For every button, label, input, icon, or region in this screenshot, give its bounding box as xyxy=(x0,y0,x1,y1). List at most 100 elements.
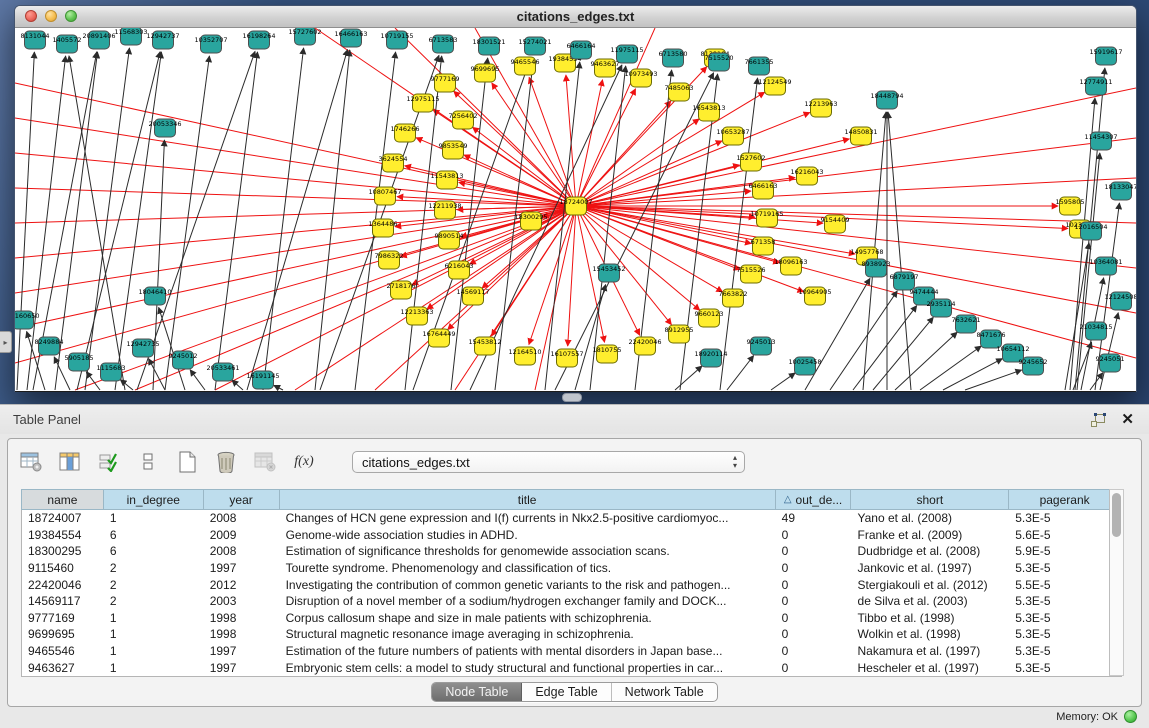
column-header-name[interactable]: name xyxy=(22,490,104,509)
table-cell: 9777169 xyxy=(22,610,104,627)
network-canvas[interactable]: 1872400718300295129751151746266362455410… xyxy=(15,28,1136,392)
table-row[interactable]: 1872400712008Changes of HCN gene express… xyxy=(22,510,1121,527)
network-edge-black[interactable] xyxy=(727,355,754,390)
tab-node-table[interactable]: Node Table xyxy=(432,683,522,701)
network-node-label: 7661355 xyxy=(745,58,774,66)
table-cell: Genome-wide association studies in ADHD. xyxy=(280,527,776,544)
collapsed-panel-tab[interactable]: ▸ xyxy=(0,331,12,353)
column-header-in_degree[interactable]: in_degree xyxy=(104,490,204,509)
network-edge-black[interactable] xyxy=(943,359,1002,390)
table-row[interactable]: 969969511998Structural magnetic resonanc… xyxy=(22,626,1121,643)
network-graph[interactable]: 1872400718300295129751151746266362455410… xyxy=(15,28,1136,391)
table-scrollbar-thumb[interactable] xyxy=(1112,493,1121,537)
network-edge-red[interactable] xyxy=(454,91,576,206)
column-header-short[interactable]: short xyxy=(851,490,1009,509)
table-row[interactable]: 946554611997Estimation of the future num… xyxy=(22,643,1121,660)
table-cell: 9463627 xyxy=(22,659,104,676)
network-node-label: 10364081 xyxy=(1089,258,1122,266)
network-edge-black[interactable] xyxy=(675,366,702,390)
new-table-button[interactable] xyxy=(174,449,200,475)
nodes-layer: 1872400718300295129751151746266362455410… xyxy=(15,28,1136,389)
column-header-year[interactable]: year xyxy=(204,490,280,509)
row-height-button[interactable] xyxy=(135,449,161,475)
network-edge-black[interactable] xyxy=(120,380,133,390)
zoom-traffic-light-icon[interactable] xyxy=(65,10,77,22)
network-edge-black[interactable] xyxy=(190,370,205,390)
show-column-button[interactable] xyxy=(57,449,83,475)
network-edge-black[interactable] xyxy=(215,52,258,390)
table-cell: Wolkin et al. (1998) xyxy=(852,626,1010,643)
table-row[interactable]: 911546021997Tourette syndrome. Phenomeno… xyxy=(22,560,1121,577)
network-node-label: 10653287 xyxy=(716,128,749,136)
network-node-label: 7515526 xyxy=(737,266,766,274)
network-edge-black[interactable] xyxy=(17,52,34,390)
network-edge-black[interactable] xyxy=(895,332,957,390)
network-edge-black[interactable] xyxy=(920,346,981,390)
network-node-label: 7986322 xyxy=(375,252,404,260)
table-row[interactable]: 1456911722003Disruption of a novel membe… xyxy=(22,593,1121,610)
table-row[interactable]: 1830029562008Estimation of significance … xyxy=(22,543,1121,560)
table-row[interactable]: 1938455462009Genome-wide association stu… xyxy=(22,527,1121,544)
network-edge-red[interactable] xyxy=(576,92,765,206)
column-settings-button[interactable] xyxy=(18,449,44,475)
column-header-pagerank[interactable]: pagerank xyxy=(1009,490,1121,509)
table-cell: Structural magnetic resonance image aver… xyxy=(280,626,776,643)
network-node-label: 14569117 xyxy=(456,288,489,296)
table-cell: 5.3E-5 xyxy=(1009,610,1121,627)
column-header-title[interactable]: title xyxy=(280,490,776,509)
network-edge-black[interactable] xyxy=(274,385,283,390)
network-node-label: 8912955 xyxy=(665,326,694,334)
close-panel-icon[interactable]: ✕ xyxy=(1121,413,1134,427)
panel-splitter-handle[interactable] xyxy=(562,393,582,402)
network-edge-black[interactable] xyxy=(149,359,165,390)
network-edge-black[interactable] xyxy=(86,372,100,390)
delete-table-button[interactable] xyxy=(252,449,278,475)
network-edge-red[interactable] xyxy=(576,206,779,263)
table-panel-title: Table Panel xyxy=(0,412,1091,427)
network-edge-black[interactable] xyxy=(888,112,911,390)
table-cell: 2009 xyxy=(204,527,280,544)
close-traffic-light-icon[interactable] xyxy=(25,10,37,22)
network-edge-black[interactable] xyxy=(575,285,606,390)
select-all-button[interactable] xyxy=(96,449,122,475)
network-node-label: 18046410 xyxy=(138,288,171,296)
float-panel-icon[interactable] xyxy=(1091,413,1106,427)
network-node-label: 12774911 xyxy=(1079,78,1112,86)
network-window-title: citations_edges.txt xyxy=(517,9,635,24)
table-scrollbar[interactable] xyxy=(1109,489,1124,676)
table-row[interactable]: 946362711997Embryonic stem cells: a mode… xyxy=(22,659,1121,676)
table-cell: Yano et al. (2008) xyxy=(852,510,1010,527)
memory-status-icon[interactable] xyxy=(1124,710,1137,723)
table-cell: 1997 xyxy=(204,659,280,676)
delete-rows-button[interactable] xyxy=(213,449,239,475)
table-row[interactable]: 977716911998Corpus callosum shape and si… xyxy=(22,610,1121,627)
table-cell: 5.9E-5 xyxy=(1009,543,1121,560)
table-cell: 5.6E-5 xyxy=(1009,527,1121,544)
network-node-label: 10352707 xyxy=(194,36,227,44)
tab-network-table[interactable]: Network Table xyxy=(612,683,717,701)
network-edge-black[interactable] xyxy=(232,380,243,390)
table-cell: 0 xyxy=(776,576,852,593)
function-builder-button[interactable]: f(x) xyxy=(291,449,317,475)
table-select-value: citations_edges.txt xyxy=(362,455,470,470)
table-cell: Corpus callosum shape and size in male p… xyxy=(280,610,776,627)
network-edge-black[interactable] xyxy=(165,56,209,390)
network-node-label: 5905185 xyxy=(65,354,94,362)
network-edge-red xyxy=(576,178,1136,206)
minimize-traffic-light-icon[interactable] xyxy=(45,10,57,22)
network-edge-black[interactable] xyxy=(159,307,185,390)
network-edge-red[interactable] xyxy=(529,77,576,206)
network-edge-black[interactable] xyxy=(153,140,164,390)
network-edge-black[interactable] xyxy=(771,373,795,390)
network-edge-black[interactable] xyxy=(873,317,933,390)
tab-edge-table[interactable]: Edge Table xyxy=(522,683,611,701)
network-edge-black[interactable] xyxy=(965,370,1022,390)
network-window-titlebar[interactable]: citations_edges.txt xyxy=(15,6,1136,28)
network-edge-red[interactable] xyxy=(576,80,603,206)
table-select-dropdown[interactable]: citations_edges.txt ▴▾ xyxy=(352,451,745,473)
network-node-label: 9245013 xyxy=(747,338,776,346)
column-header-out_de[interactable]: △out_de... xyxy=(776,490,852,509)
network-edge-red xyxy=(15,206,576,258)
table-row[interactable]: 2242004622012Investigating the contribut… xyxy=(22,576,1121,593)
network-edge-red[interactable] xyxy=(427,206,576,309)
